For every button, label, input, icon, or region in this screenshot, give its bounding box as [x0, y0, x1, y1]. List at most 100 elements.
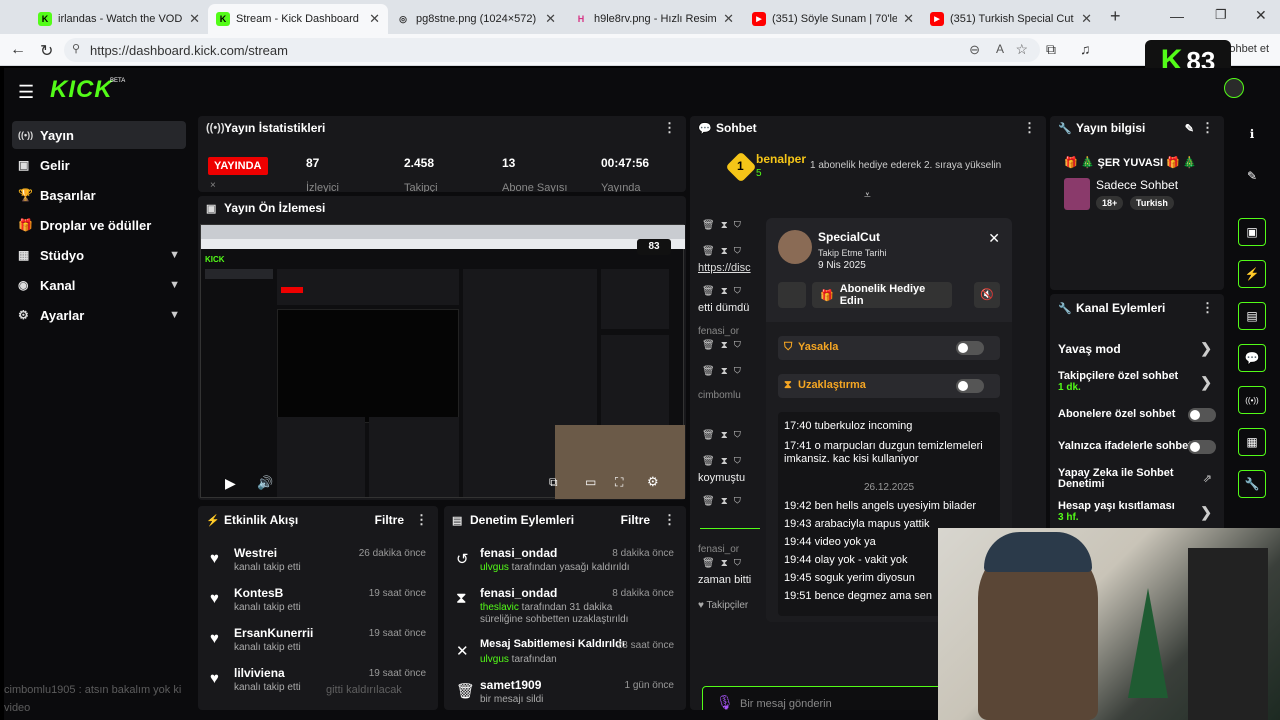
settings-icon[interactable]: ♫ [1080, 41, 1091, 57]
user-card-name[interactable]: SpecialCut [818, 230, 880, 244]
mod-action-icons[interactable]: 🗑⧗⛉ [702, 246, 747, 257]
filter-button[interactable]: Filtre [375, 513, 404, 527]
sidebar-item-studyo[interactable]: ▦ Stüdyo ▼ [12, 241, 186, 269]
close-icon[interactable]: ✕ [189, 11, 200, 27]
kick-logo[interactable]: KICK [50, 76, 113, 104]
stats-icon[interactable]: ▦ [1238, 428, 1266, 456]
more-options-icon[interactable]: ⋮ [1201, 300, 1214, 316]
sidebar-item-ayarlar[interactable]: ⚙ Ayarlar ▼ [12, 301, 186, 329]
document-icon[interactable]: ▤ [1238, 302, 1266, 330]
wrench-icon[interactable]: 🔧 [1238, 470, 1266, 498]
sidebar-item-basarilar[interactable]: 🏆 Başarılar [12, 181, 186, 209]
chat-username-fragment[interactable]: fenasi_or [698, 326, 739, 337]
play-icon[interactable]: ▶ [225, 475, 236, 492]
mod-action-icons[interactable]: 🗑⧗⛉ [702, 496, 747, 507]
url-field[interactable]: ⚲ https://dashboard.kick.com/stream ⊖ A … [64, 38, 1040, 62]
microphone-icon[interactable]: 🎙 [716, 694, 734, 710]
subscribers-only-toggle[interactable] [1188, 408, 1216, 422]
tab-stream-dashboard[interactable]: K Stream - Kick Dashboard ✕ [208, 4, 388, 34]
tab-irlandas[interactable]: K irlandas - Watch the VOD on K ✕ [30, 4, 208, 34]
close-icon[interactable]: ✕ [1081, 11, 1092, 27]
chat-username-fragment[interactable]: fenasi_or [698, 544, 739, 555]
close-icon[interactable]: ✕ [988, 230, 1000, 247]
more-options-icon[interactable]: ⋮ [415, 512, 428, 528]
fullscreen-icon[interactable]: ⛶ [615, 475, 623, 490]
chat-link-fragment[interactable]: https://disc [698, 262, 751, 274]
slow-mode-row[interactable]: Yavaş mod ❯ [1058, 340, 1216, 356]
list-item[interactable]: ♥ Westrei kanalı takip etti 26 dakika ön… [206, 546, 430, 586]
followers-only-row[interactable]: Takipçilere özel sohbet 1 dk. ❯ [1058, 370, 1216, 393]
theater-icon[interactable]: ▭ [585, 475, 596, 489]
maximize-button[interactable]: ❐ [1215, 7, 1227, 23]
gift-subscription-button[interactable]: 🎁 Abonelik Hediye Edin [812, 282, 952, 308]
mute-icon[interactable]: 🔇 [974, 282, 1000, 308]
edit-pencil-icon[interactable]: ✎ [1185, 122, 1194, 135]
chat-bubble-icon[interactable]: 💬 [1238, 344, 1266, 372]
extensions-icon[interactable]: ⧉ [1046, 41, 1056, 58]
close-icon[interactable]: ✕ [369, 11, 380, 27]
minimize-button[interactable]: — [1170, 8, 1184, 24]
window-close-button[interactable]: ✕ [1255, 7, 1267, 24]
new-tab-button[interactable]: + [1110, 6, 1121, 27]
timeout-row[interactable]: ⧗ Uzaklaştırma [778, 374, 1000, 398]
emotes-only-row[interactable]: Yalnızca ifadelerle sohbet [1058, 440, 1216, 454]
moderator-name[interactable]: ulvgus [480, 562, 509, 573]
avatar[interactable] [1224, 78, 1244, 98]
list-item[interactable]: ♥ ErsanKunerrii kanalı takip etti 19 saa… [206, 626, 430, 666]
sidebar-item-gelir[interactable]: ▣ Gelir [12, 151, 186, 179]
subscribers-only-row[interactable]: Abonelere özel sohbet [1058, 408, 1216, 422]
sidebar-item-kanal[interactable]: ◉ Kanal ▼ [12, 271, 186, 299]
external-link-icon[interactable]: ⇗ [1203, 472, 1212, 485]
site-info-icon[interactable]: ⚲ [72, 42, 80, 55]
mod-action-icons[interactable]: 🗑⧗⛉ [702, 366, 747, 377]
moderator-name[interactable]: theslavic [480, 602, 519, 613]
mod-action-icons[interactable]: 🗑⧗⛉ [702, 340, 747, 351]
chevron-down-icon[interactable]: ⩡ [864, 188, 871, 203]
preview-toggle-icon[interactable]: ▣ [1238, 218, 1266, 246]
close-icon[interactable]: ✕ [723, 11, 734, 27]
pip-icon[interactable]: ⧉ [549, 475, 558, 490]
close-icon[interactable]: ✕ [545, 11, 556, 27]
list-item[interactable]: 🗑 samet1909 bir mesajı sildi 1 gün önce [452, 678, 678, 710]
filter-button[interactable]: Filtre [621, 513, 650, 527]
timeout-toggle[interactable] [956, 379, 984, 393]
ban-row[interactable]: ⛉ Yasakla [778, 336, 1000, 360]
lightning-icon[interactable]: ⚡ [1238, 260, 1266, 288]
edit-pencil-icon[interactable]: ✎ [1238, 162, 1266, 190]
mod-action-icons[interactable]: 🗑⧗⛉ [702, 558, 747, 569]
top-gifter-name[interactable]: benalper [756, 152, 806, 166]
account-age-row[interactable]: Hesap yaşı kısıtlaması 3 hf. ❯ [1058, 500, 1216, 523]
more-options-icon[interactable]: ⋮ [663, 512, 676, 528]
broadcast-icon[interactable]: ((•)) [1238, 386, 1266, 414]
read-aloud-icon[interactable]: A [996, 42, 1004, 56]
mod-action-icons[interactable]: 🗑⧗⛉ [702, 286, 747, 297]
emotes-only-toggle[interactable] [1188, 440, 1216, 454]
chat-username-fragment[interactable]: cimbomlu [698, 390, 741, 401]
list-item[interactable]: ⧗ fenasi_ondad theslavic tarafından 31 d… [452, 586, 678, 630]
list-item[interactable]: ↺ fenasi_ondad ulvgus tarafından yasağı … [452, 546, 678, 586]
tab-turkish-special-cut[interactable]: ▶ (351) Turkish Special Cut tara ✕ [922, 4, 1100, 34]
more-options-icon[interactable]: ⋮ [1201, 120, 1214, 136]
user-card-empty-button[interactable] [778, 282, 806, 308]
more-options-icon[interactable]: ⋮ [663, 120, 676, 136]
more-options-icon[interactable]: ⋮ [1023, 120, 1036, 136]
mod-action-icons[interactable]: 🗑⧗⛉ [702, 456, 747, 467]
sidebar-item-yayin[interactable]: ((•)) Yayın [12, 121, 186, 149]
volume-icon[interactable]: 🔊 [257, 475, 273, 491]
info-icon[interactable]: ℹ [1238, 120, 1266, 148]
stream-category[interactable]: Sadece Sohbet [1096, 178, 1178, 192]
back-arrow-icon[interactable]: ← [10, 41, 26, 59]
tab-soyle-sunam[interactable]: ▶ (351) Söyle Sunam | 70'ler / 8 ✕ [744, 4, 922, 34]
sidebar-item-droplar[interactable]: 🎁 Droplar ve ödüller [12, 211, 186, 239]
zoom-icon[interactable]: ⊖ [969, 42, 980, 58]
close-icon[interactable]: ✕ [903, 11, 914, 27]
reload-icon[interactable]: ↻ [40, 41, 53, 61]
list-item[interactable]: ✕ Mesaj Sabitlemesi Kaldırıldı ulvgus ta… [452, 638, 678, 678]
ai-moderation-row[interactable]: Yapay Zeka ile Sohbet Denetimi [1058, 468, 1198, 490]
settings-gear-icon[interactable]: ⚙ [647, 474, 659, 490]
mod-action-icons[interactable]: 🗑⧗⛉ [702, 220, 747, 231]
mod-action-icons[interactable]: 🗑⧗⛉ [702, 430, 747, 441]
tab-h9le8rv[interactable]: H h9le8rv.png - Hızlı Resim ✕ [566, 4, 742, 34]
menu-hamburger-icon[interactable]: ☰ [18, 82, 34, 103]
preview-video[interactable]: KICK 83 ▶ 🔊 ⧉ ▭ ⛶ ⚙ [200, 224, 685, 499]
